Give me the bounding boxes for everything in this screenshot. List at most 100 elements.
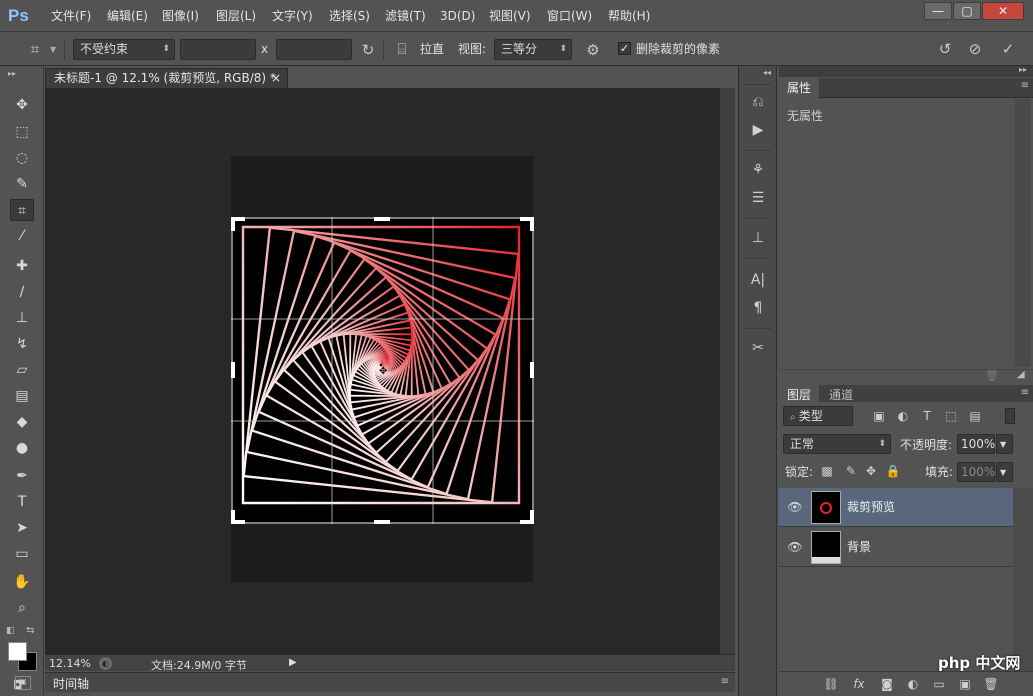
foreground-color-swatch[interactable] xyxy=(8,642,27,661)
panel-menu-icon[interactable]: ≡ xyxy=(1021,80,1029,91)
actions-play-icon[interactable]: ▶ xyxy=(747,120,769,140)
layer-name[interactable]: 裁剪预览 xyxy=(847,500,895,515)
fx-icon[interactable]: fx xyxy=(851,676,867,692)
brush-tool-icon[interactable]: ∕ xyxy=(10,281,34,303)
fill-dropdown-icon[interactable]: ▼ xyxy=(996,462,1013,482)
lock-pixels-icon[interactable]: ✎ xyxy=(843,463,859,479)
gradient-tool-icon[interactable]: ▤ xyxy=(10,385,34,407)
dodge-tool-icon[interactable]: ● xyxy=(10,437,34,459)
menu-file[interactable]: 文件(F) xyxy=(51,7,91,25)
width-input[interactable] xyxy=(180,39,256,60)
layer-row-background[interactable]: 👁 背景 xyxy=(779,528,1013,567)
zoom-tool-icon[interactable]: ⌕ xyxy=(10,597,34,619)
tool-presets-icon[interactable]: ✂ xyxy=(747,338,769,358)
pen-tool-icon[interactable]: ✒ xyxy=(10,465,34,487)
quick-select-tool-icon[interactable]: ✎ xyxy=(10,173,34,195)
filter-type-icon[interactable]: T xyxy=(919,408,935,424)
lock-position-icon[interactable]: ✥ xyxy=(863,463,879,479)
menu-filter[interactable]: 滤镜(T) xyxy=(385,7,426,25)
straighten-icon[interactable]: ⌸ xyxy=(392,40,412,58)
paragraph-icon[interactable]: ¶ xyxy=(747,298,769,318)
filter-adjustment-icon[interactable]: ◐ xyxy=(895,408,911,424)
stamp-tool-icon[interactable]: ⊥ xyxy=(10,307,34,329)
menu-3d[interactable]: 3D(D) xyxy=(440,7,475,25)
adjustment-layer-icon[interactable]: ◐ xyxy=(905,676,921,692)
brush-presets-icon[interactable]: ⚘ xyxy=(747,160,769,180)
reset-icon[interactable]: ↺ xyxy=(934,40,956,58)
character-icon[interactable]: A| xyxy=(747,270,769,290)
hand-tool-icon[interactable]: ✋ xyxy=(10,571,34,593)
panel-menu-icon[interactable]: ≡ xyxy=(721,676,729,687)
tab-properties[interactable]: 属性 xyxy=(779,78,820,98)
eye-visibility-icon[interactable]: 👁 xyxy=(787,500,803,514)
history-icon[interactable]: ⎌ xyxy=(747,92,769,112)
layer-name[interactable]: 背景 xyxy=(847,540,871,555)
layer-row-crop-preview[interactable]: 👁 裁剪预览 xyxy=(779,488,1013,527)
timeline-icon[interactable]: ▣ xyxy=(15,676,31,690)
panel-menu-icon[interactable]: ≡ xyxy=(1021,387,1029,398)
lock-all-icon[interactable]: 🔒 xyxy=(885,463,901,479)
menu-view[interactable]: 视图(V) xyxy=(489,7,531,25)
menu-type[interactable]: 文字(Y) xyxy=(272,7,313,25)
crop-tool-icon[interactable]: ⌗ xyxy=(10,199,34,221)
opacity-input[interactable]: 100% xyxy=(957,434,995,454)
healing-brush-tool-icon[interactable]: ✚ xyxy=(10,255,34,277)
lasso-tool-icon[interactable]: ◌ xyxy=(10,147,34,169)
straighten-label[interactable]: 拉直 xyxy=(420,42,444,57)
opacity-dropdown-icon[interactable]: ▼ xyxy=(996,434,1013,454)
marquee-tool-icon[interactable]: ⬚ xyxy=(10,121,34,143)
cancel-icon[interactable]: ⊘ xyxy=(964,40,986,58)
trash-icon[interactable]: 🗑 xyxy=(983,676,999,692)
default-colors-icon[interactable]: ◧ xyxy=(6,626,15,636)
add-mask-icon[interactable]: ◙ xyxy=(879,676,895,692)
tool-preset-chevron-icon[interactable]: ▼ xyxy=(50,45,58,54)
menu-edit[interactable]: 编辑(E) xyxy=(107,7,148,25)
delete-pixels-checkbox[interactable]: ✓ xyxy=(618,42,631,55)
history-brush-tool-icon[interactable]: ↯ xyxy=(10,333,34,355)
menu-image[interactable]: 图像(I) xyxy=(162,7,199,25)
layers-scrollbar[interactable] xyxy=(1013,488,1033,671)
filter-shape-icon[interactable]: ⬚ xyxy=(943,408,959,424)
new-group-icon[interactable]: ▭ xyxy=(931,676,947,692)
menu-layer[interactable]: 图层(L) xyxy=(216,7,256,25)
view-select[interactable]: 三等分 ⬍ xyxy=(494,39,572,60)
crop-tool-icon[interactable]: ⌗ xyxy=(24,40,46,58)
path-select-tool-icon[interactable]: ➤ xyxy=(10,517,34,539)
commit-check-icon[interactable]: ✓ xyxy=(997,40,1019,58)
shape-tool-icon[interactable]: ▭ xyxy=(10,543,34,565)
fill-input[interactable]: 100% xyxy=(957,462,995,482)
swap-icon[interactable]: ↻ xyxy=(358,41,378,59)
maximize-button[interactable]: ▢ xyxy=(953,2,981,20)
lock-transparency-icon[interactable]: ▩ xyxy=(819,463,835,479)
collapse-arrows-icon[interactable]: ▸▸ xyxy=(1019,65,1027,74)
filter-smart-object-icon[interactable]: ▤ xyxy=(967,408,983,424)
height-input[interactable] xyxy=(276,39,352,60)
vertical-scrollbar[interactable] xyxy=(720,88,735,654)
collapse-arrows-icon[interactable]: ◂◂ xyxy=(763,68,771,77)
menu-help[interactable]: 帮助(H) xyxy=(608,7,650,25)
move-tool-icon[interactable]: ✥ xyxy=(10,94,34,116)
collapse-arrows-icon[interactable]: ▸▸ xyxy=(8,69,16,78)
adjustments-icon[interactable]: ☰ xyxy=(747,188,769,208)
spiral-artwork[interactable]: ✥ xyxy=(231,217,534,524)
filter-pixel-icon[interactable]: ▣ xyxy=(871,408,887,424)
menu-select[interactable]: 选择(S) xyxy=(329,7,370,25)
ratio-select[interactable]: 不受约束 ⬍ xyxy=(73,39,175,60)
zoom-level[interactable]: 12.14% xyxy=(49,657,91,670)
filter-toggle[interactable] xyxy=(1005,408,1015,424)
blend-mode-select[interactable]: 正常 ⬍ xyxy=(783,434,891,454)
gear-icon[interactable]: ⚙ xyxy=(582,41,604,59)
new-layer-icon[interactable]: ▣ xyxy=(957,676,973,692)
resize-grip-icon[interactable]: ◢ xyxy=(1017,369,1025,380)
close-tab-icon[interactable]: × xyxy=(271,69,281,88)
status-menu-arrow-icon[interactable]: ▶ xyxy=(289,657,297,668)
swap-colors-icon[interactable]: ⇆ xyxy=(26,625,34,636)
timeline-label[interactable]: 时间轴 xyxy=(53,675,89,692)
document-tab[interactable]: 未标题-1 @ 12.1% (裁剪预览, RGB/8) * × xyxy=(45,68,288,88)
blur-tool-icon[interactable]: ◆ xyxy=(10,411,34,433)
share-icon[interactable]: ◐ xyxy=(99,657,112,670)
clone-source-icon[interactable]: ⊥ xyxy=(747,228,769,248)
trash-icon[interactable]: 🗑 xyxy=(985,369,999,382)
menu-window[interactable]: 窗口(W) xyxy=(547,7,592,25)
close-button[interactable]: ✕ xyxy=(982,2,1024,20)
